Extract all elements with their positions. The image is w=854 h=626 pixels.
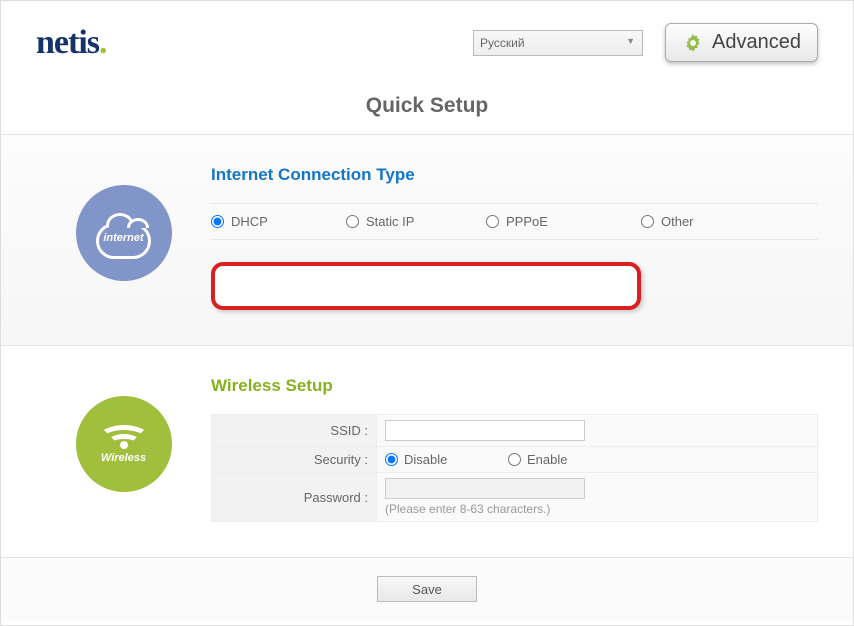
advanced-button[interactable]: Advanced bbox=[665, 23, 818, 62]
footer: Save bbox=[1, 558, 853, 620]
ssid-label: SSID : bbox=[212, 415, 377, 447]
advanced-label: Advanced bbox=[712, 31, 801, 54]
radio-dhcp[interactable]: DHCP bbox=[211, 214, 346, 229]
password-label: Password : bbox=[212, 473, 377, 522]
wifi-icon bbox=[99, 425, 149, 449]
language-select-wrap: Русский bbox=[473, 30, 643, 56]
internet-title: Internet Connection Type bbox=[211, 165, 818, 185]
gear-icon bbox=[682, 32, 704, 54]
wireless-form: SSID : Security : Disable Enable Passwor… bbox=[211, 414, 818, 522]
highlight-box bbox=[211, 262, 641, 310]
page-title: Quick Setup bbox=[1, 80, 853, 135]
language-select[interactable]: Русский bbox=[473, 30, 643, 56]
header: netis. Русский Advanced bbox=[1, 1, 853, 80]
password-hint: (Please enter 8-63 characters.) bbox=[385, 502, 809, 516]
connection-type-row: DHCP Static IP PPPoE Other bbox=[211, 203, 818, 240]
wireless-icon: Wireless bbox=[76, 396, 172, 492]
radio-security-disable[interactable] bbox=[385, 453, 398, 466]
internet-icon: internet bbox=[76, 185, 172, 281]
radio-other[interactable]: Other bbox=[641, 214, 818, 229]
internet-section: internet Internet Connection Type DHCP S… bbox=[1, 135, 853, 346]
password-input[interactable] bbox=[385, 478, 585, 499]
security-label: Security : bbox=[212, 447, 377, 473]
ssid-input[interactable] bbox=[385, 420, 585, 441]
save-button[interactable]: Save bbox=[377, 576, 477, 602]
radio-static-ip[interactable]: Static IP bbox=[346, 214, 486, 229]
wireless-title: Wireless Setup bbox=[211, 376, 818, 396]
wireless-section: Wireless Wireless Setup SSID : Security … bbox=[1, 346, 853, 558]
logo: netis. bbox=[36, 24, 107, 62]
radio-security-enable[interactable] bbox=[508, 453, 521, 466]
radio-pppoe[interactable]: PPPoE bbox=[486, 214, 641, 229]
